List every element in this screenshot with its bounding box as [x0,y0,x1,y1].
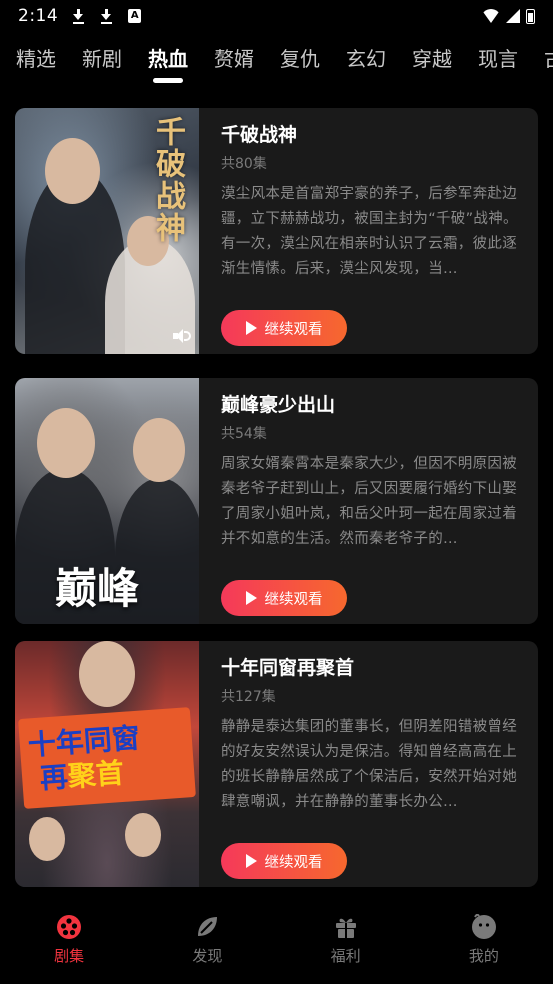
tab-rexue[interactable]: 热血 [148,40,188,80]
nav-item-juji[interactable]: 剧集 [0,900,138,984]
poster-title-art: 千破战神 [150,116,185,244]
drama-list: 千破战神 千破战神 共80集 漠尘风本是首富郑宇豪的养子，后参军奔赴边疆，立下赫… [15,108,538,911]
poster-face [125,813,161,857]
drama-info: 十年同窗再聚首 共127集 静静是泰达集团的董事长，但阴差阳错被曾经的好友安然误… [199,641,538,887]
poster-face [45,138,100,204]
continue-watching-button[interactable]: 继续观看 [221,843,347,879]
discover-leaf-icon [198,917,218,936]
nav-item-fuli[interactable]: 福利 [277,900,415,984]
a-icon: A [128,9,142,23]
nav-item-wode[interactable]: 我的 [415,900,553,984]
poster-title-part: 再 [38,760,70,796]
signal-icon [506,9,520,23]
drama-info: 巅峰豪少出山 共54集 周家女婿秦霄本是秦家大少，但因不明原因被秦老爷子赶到山上… [199,378,538,624]
tab-gu[interactable]: 古 [544,40,553,80]
category-tabs: 精选 新剧 热血 赘婿 复仇 玄幻 穿越 现言 古 [0,40,553,88]
status-time: 2:14 [18,6,59,26]
nav-label: 我的 [468,947,499,965]
drama-info: 千破战神 共80集 漠尘风本是首富郑宇豪的养子，后参军奔赴边疆，立下赫赫战功，被… [199,108,538,354]
sound-icon[interactable] [173,328,191,344]
gift-icon [335,918,356,938]
continue-watching-label: 继续观看 [264,591,323,608]
episode-count: 共127集 [221,689,276,705]
tab-jingxuan[interactable]: 精选 [16,40,56,80]
nav-item-faxian[interactable]: 发现 [138,900,276,984]
download-icon [100,8,114,24]
poster-face [29,817,65,861]
bottom-nav: 剧集 发现 福利 我的 [0,900,553,984]
nav-label: 发现 [192,947,223,965]
drama-card[interactable]: 巅峰 巅峰豪少出山 共54集 周家女婿秦霄本是秦家大少，但因不明原因被秦老爷子赶… [15,378,538,624]
app-root: 2:14 A 精选 新剧 热血 赘婿 复仇 玄幻 穿越 现言 古 [0,0,553,984]
battery-icon [526,8,535,24]
drama-poster[interactable]: 十年同窗 再聚首 [15,641,199,887]
status-left: 2:14 A [18,6,142,26]
drama-description: 漠尘风本是首富郑宇豪的养子，后参军奔赴边疆，立下赫赫战功，被国主封为“千破”战神… [221,186,518,277]
poster-title-art: 巅峰 [55,564,140,613]
play-icon [245,854,257,868]
tab-chuanyue[interactable]: 穿越 [412,40,452,80]
drama-poster[interactable]: 巅峰 [15,378,199,624]
wifi-icon [482,9,500,23]
tab-zhuixu[interactable]: 赘婿 [214,40,254,80]
status-bar: 2:14 A [0,0,553,32]
episode-count: 共54集 [221,426,267,442]
drama-card[interactable]: 千破战神 千破战神 共80集 漠尘风本是首富郑宇豪的养子，后参军奔赴边疆，立下赫… [15,108,538,354]
continue-watching-label: 继续观看 [264,321,323,338]
poster-face [133,418,185,482]
drama-description: 周家女婿秦霄本是秦家大少，但因不明原因被秦老爷子赶到山上，后又因要履行婚约下山娶… [221,456,517,547]
nav-label: 福利 [330,947,361,965]
status-right [482,8,535,24]
profile-icon [471,914,496,939]
download-icon [72,8,86,24]
continue-watching-button[interactable]: 继续观看 [221,310,347,346]
tab-fuchou[interactable]: 复仇 [280,40,320,80]
tab-xuanhuan[interactable]: 玄幻 [346,40,386,80]
drama-title: 千破战神 [221,124,298,146]
continue-watching-button[interactable]: 继续观看 [221,580,347,616]
play-icon [245,321,257,335]
nav-label: 剧集 [54,947,85,965]
poster-face [37,408,95,478]
poster-title-art: 十年同窗 再聚首 [27,721,143,797]
episode-count: 共80集 [221,156,267,172]
drama-title: 十年同窗再聚首 [221,657,355,679]
poster-face [79,641,135,707]
drama-description: 静静是泰达集团的董事长，但阴差阳错被曾经的好友安然误认为是保洁。得知曾经高高在上… [221,719,517,810]
drama-title: 巅峰豪少出山 [221,394,336,416]
tab-xianyan[interactable]: 现言 [478,40,518,80]
drama-card[interactable]: 十年同窗 再聚首 十年同窗再聚首 共127集 静静是泰达集团的董事长，但阴差阳错… [15,641,538,887]
poster-title-part: 聚首 [66,756,125,794]
play-icon [245,591,257,605]
film-reel-icon [57,915,82,939]
drama-poster[interactable]: 千破战神 [15,108,199,354]
tab-xinju[interactable]: 新剧 [82,40,122,80]
continue-watching-label: 继续观看 [264,854,323,871]
